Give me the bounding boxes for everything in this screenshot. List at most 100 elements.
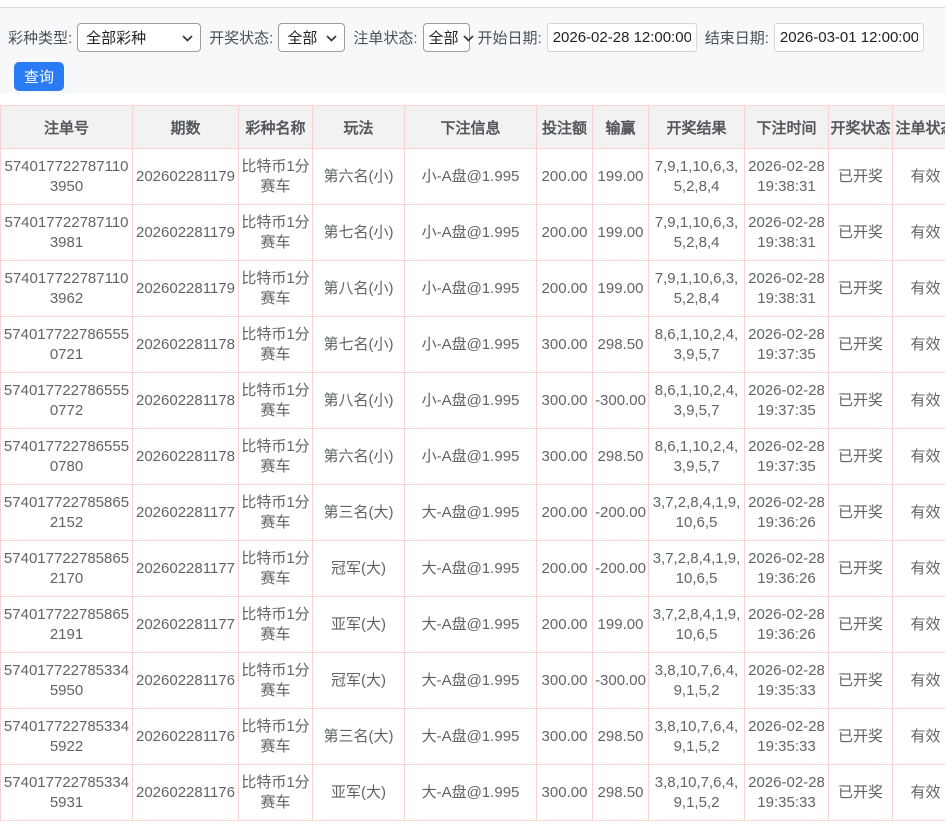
cell-draw-result: 7,9,1,10,6,3,5,2,8,4 <box>649 261 745 317</box>
cell-win-loss: -200.00 <box>593 541 649 597</box>
cell-play-type: 亚军(大) <box>313 597 405 653</box>
cell-bet-status: 有效 <box>893 317 945 373</box>
column-header-bet-number: 注单号 <box>1 106 133 149</box>
cell-play-type: 第七名(小) <box>313 317 405 373</box>
cell-draw-result: 3,8,10,7,6,4,9,1,5,2 <box>649 765 745 821</box>
column-header-period: 期数 <box>133 106 239 149</box>
cell-lottery-name: 比特币1分赛车 <box>239 485 313 541</box>
cell-bet-info: 大-A盘@1.995 <box>405 597 537 653</box>
cell-bet-time: 2026-02-28 19:36:26 <box>745 597 829 653</box>
cell-draw-status: 已开奖 <box>829 261 893 317</box>
table-row: 5740177227871103950202602281179比特币1分赛车第六… <box>1 149 945 205</box>
cell-play-type: 第六名(小) <box>313 149 405 205</box>
lottery-type-value: 全部彩种 <box>86 27 146 48</box>
end-date-input[interactable] <box>774 23 924 52</box>
cell-bet-amount: 300.00 <box>537 765 593 821</box>
cell-draw-result: 3,8,10,7,6,4,9,1,5,2 <box>649 653 745 709</box>
cell-draw-result: 7,9,1,10,6,3,5,2,8,4 <box>649 149 745 205</box>
cell-draw-status: 已开奖 <box>829 765 893 821</box>
cell-period: 202602281176 <box>133 709 239 765</box>
cell-bet-info: 小-A盘@1.995 <box>405 149 537 205</box>
bet-records-table-wrap: 注单号 期数 彩种名称 玩法 下注信息 投注额 输赢 开奖结果 下注时间 开奖状… <box>0 105 945 821</box>
cell-win-loss: 199.00 <box>593 597 649 653</box>
cell-bet-time: 2026-02-28 19:36:26 <box>745 541 829 597</box>
cell-period: 202602281178 <box>133 373 239 429</box>
cell-bet-amount: 300.00 <box>537 373 593 429</box>
chevron-down-icon <box>182 29 193 46</box>
cell-lottery-name: 比特币1分赛车 <box>239 709 313 765</box>
cell-period: 202602281176 <box>133 653 239 709</box>
cell-bet-info: 大-A盘@1.995 <box>405 709 537 765</box>
cell-draw-status: 已开奖 <box>829 597 893 653</box>
cell-bet-status: 有效 <box>893 205 945 261</box>
cell-bet-amount: 300.00 <box>537 429 593 485</box>
cell-draw-status: 已开奖 <box>829 541 893 597</box>
table-row: 5740177227871103962202602281179比特币1分赛车第八… <box>1 261 945 317</box>
cell-period: 202602281179 <box>133 149 239 205</box>
cell-bet-time: 2026-02-28 19:35:33 <box>745 653 829 709</box>
cell-win-loss: 298.50 <box>593 317 649 373</box>
cell-bet-number: 5740177227858652191 <box>1 597 133 653</box>
cell-play-type: 冠军(大) <box>313 541 405 597</box>
cell-period: 202602281178 <box>133 317 239 373</box>
cell-bet-status: 有效 <box>893 597 945 653</box>
cell-period: 202602281177 <box>133 597 239 653</box>
filter-row: 彩种类型: 全部彩种 开奖状态: 全部 注单状态: 全部 开始日期: 结束日期: <box>8 22 945 52</box>
cell-draw-result: 7,9,1,10,6,3,5,2,8,4 <box>649 205 745 261</box>
table-row: 5740177227865550772202602281178比特币1分赛车第八… <box>1 373 945 429</box>
cell-bet-amount: 200.00 <box>537 261 593 317</box>
cell-draw-status: 已开奖 <box>829 205 893 261</box>
start-date-input[interactable] <box>547 23 697 52</box>
start-date-label: 开始日期: <box>478 27 542 48</box>
cell-draw-status: 已开奖 <box>829 373 893 429</box>
column-header-bet-info: 下注信息 <box>405 106 537 149</box>
cell-draw-result: 3,7,2,8,4,1,9,10,6,5 <box>649 541 745 597</box>
table-row: 5740177227853345931202602281176比特币1分赛车亚军… <box>1 765 945 821</box>
cell-period: 202602281178 <box>133 429 239 485</box>
cell-bet-number: 5740177227853345950 <box>1 653 133 709</box>
cell-play-type: 第三名(大) <box>313 709 405 765</box>
table-row: 5740177227858652152202602281177比特币1分赛车第三… <box>1 485 945 541</box>
query-button[interactable]: 查询 <box>14 62 64 91</box>
cell-win-loss: -300.00 <box>593 373 649 429</box>
cell-play-type: 冠军(大) <box>313 653 405 709</box>
table-row: 5740177227853345922202602281176比特币1分赛车第三… <box>1 709 945 765</box>
cell-bet-number: 5740177227853345922 <box>1 709 133 765</box>
cell-bet-number: 5740177227858652170 <box>1 541 133 597</box>
cell-play-type: 第六名(小) <box>313 429 405 485</box>
bet-status-label: 注单状态: <box>353 27 417 48</box>
cell-draw-result: 8,6,1,10,2,4,3,9,5,7 <box>649 317 745 373</box>
lottery-type-select[interactable]: 全部彩种 <box>77 23 201 52</box>
cell-lottery-name: 比特币1分赛车 <box>239 597 313 653</box>
bet-status-select[interactable]: 全部 <box>423 23 470 52</box>
cell-draw-status: 已开奖 <box>829 709 893 765</box>
cell-draw-result: 3,7,2,8,4,1,9,10,6,5 <box>649 597 745 653</box>
table-row: 5740177227865550780202602281178比特币1分赛车第六… <box>1 429 945 485</box>
cell-bet-time: 2026-02-28 19:35:33 <box>745 765 829 821</box>
cell-bet-info: 小-A盘@1.995 <box>405 429 537 485</box>
cell-play-type: 第三名(大) <box>313 485 405 541</box>
column-header-lottery-name: 彩种名称 <box>239 106 313 149</box>
cell-win-loss: 199.00 <box>593 261 649 317</box>
column-header-play-type: 玩法 <box>313 106 405 149</box>
bet-records-table: 注单号 期数 彩种名称 玩法 下注信息 投注额 输赢 开奖结果 下注时间 开奖状… <box>0 105 945 821</box>
cell-bet-amount: 200.00 <box>537 541 593 597</box>
cell-bet-status: 有效 <box>893 765 945 821</box>
cell-bet-amount: 200.00 <box>537 205 593 261</box>
cell-bet-amount: 300.00 <box>537 317 593 373</box>
column-header-bet-time: 下注时间 <box>745 106 829 149</box>
cell-draw-status: 已开奖 <box>829 149 893 205</box>
cell-bet-status: 有效 <box>893 653 945 709</box>
filter-panel: 彩种类型: 全部彩种 开奖状态: 全部 注单状态: 全部 开始日期: 结束日期:… <box>0 7 945 93</box>
cell-bet-status: 有效 <box>893 429 945 485</box>
cell-bet-info: 小-A盘@1.995 <box>405 205 537 261</box>
cell-period: 202602281179 <box>133 205 239 261</box>
draw-status-select[interactable]: 全部 <box>278 23 345 52</box>
cell-win-loss: -300.00 <box>593 653 649 709</box>
cell-lottery-name: 比特币1分赛车 <box>239 205 313 261</box>
cell-bet-number: 5740177227871103981 <box>1 205 133 261</box>
cell-bet-time: 2026-02-28 19:38:31 <box>745 261 829 317</box>
cell-draw-status: 已开奖 <box>829 429 893 485</box>
column-header-draw-result: 开奖结果 <box>649 106 745 149</box>
cell-draw-status: 已开奖 <box>829 653 893 709</box>
